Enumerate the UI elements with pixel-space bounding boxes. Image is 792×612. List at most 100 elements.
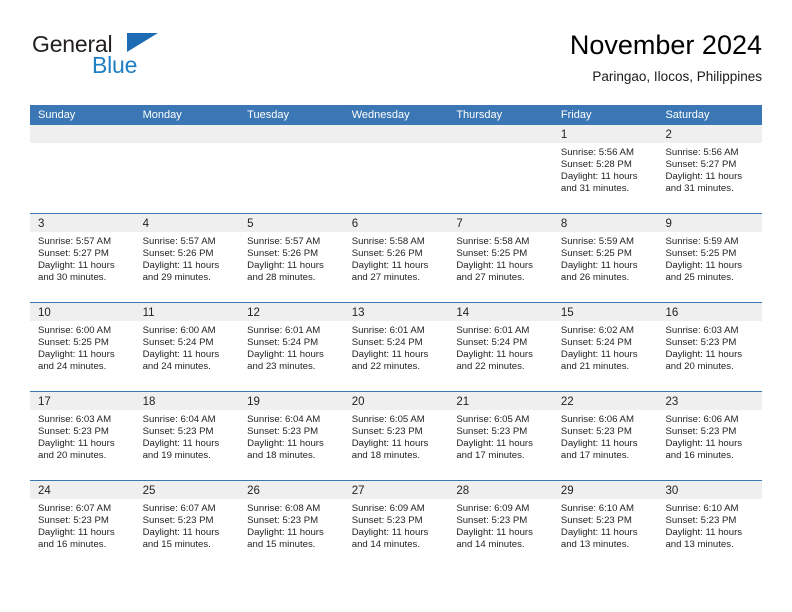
day-cell[interactable]: 2 Sunrise: 5:56 AM Sunset: 5:27 PM Daylight… [657,125,763,213]
weekday-header-sunday: Sunday [38,109,76,121]
daylight-text-line1: Daylight: 11 hours [665,260,743,272]
calendar-weeks: 1 Sunrise: 5:56 AM Sunset: 5:28 PM Daylight… [30,125,763,569]
day-number-band: 14 [448,303,553,321]
daylight-text-line2: and 16 minutes. [665,450,734,462]
day-info: Sunrise: 6:01 AM Sunset: 5:24 PM Daylight:… [239,321,344,373]
day-cell[interactable]: 17 Sunrise: 6:03 AM Sunset: 5:23 PM Dayligh… [30,392,135,480]
day-cell[interactable]: 10 Sunrise: 6:00 AM Sunset: 5:25 PM Dayligh… [30,303,135,391]
day-number-band: 29 [552,481,658,499]
day-number-band: 5 [239,214,344,232]
daylight-text-line1: Daylight: 11 hours [247,260,324,272]
weekday-header-row: Sunday Monday Tuesday Wednesday Thursday Frid… [30,105,762,125]
day-number-band: 26 [239,481,344,499]
sunset-text: Sunset: 5:23 PM [247,515,319,527]
day-cell[interactable]: 29 Sunrise: 6:10 AM Sunset: 5:23 PM Dayligh… [552,481,658,569]
sunrise-text: Sunrise: 5:59 AM [665,236,739,247]
day-number: 13 [351,307,365,319]
day-cell[interactable]: 26 Sunrise: 6:08 AM Sunset: 5:23 PM Dayligh… [239,481,344,569]
weekday-header-saturday: Saturday [665,109,710,121]
day-cell[interactable]: 13 Sunrise: 6:01 AM Sunset: 5:24 PM Dayligh… [343,303,449,391]
day-cell[interactable]: 19 Sunrise: 6:04 AM Sunset: 5:23 PM Dayligh… [239,392,344,480]
day-number-band: 30 [657,481,763,499]
sunset-text: Sunset: 5:23 PM [247,426,319,438]
daylight-text-line1: Daylight: 11 hours [247,527,324,539]
day-cell[interactable]: 9 Sunrise: 5:59 AM Sunset: 5:25 PM Daylight… [657,214,763,302]
day-info: Sunrise: 6:10 AM Sunset: 5:23 PM Daylight:… [657,499,762,551]
day-cell[interactable]: 5 Sunrise: 5:57 AM Sunset: 5:26 PM Daylight… [239,214,344,302]
day-number: 4 [142,218,149,230]
day-number: 5 [247,218,254,230]
brand-logo[interactable]: General Blue [30,28,240,94]
day-info: Sunrise: 6:10 AM Sunset: 5:23 PM Daylight:… [553,499,658,551]
day-number: 19 [247,396,260,408]
sunrise-text: Sunrise: 5:57 AM [38,236,112,247]
daylight-text-line2: and 25 minutes. [665,272,734,284]
daylight-text-line1: Daylight: 11 hours [351,527,429,539]
day-cell[interactable]: 30 Sunrise: 6:10 AM Sunset: 5:23 PM Dayligh… [657,481,763,569]
daylight-text-line2: and 23 minutes. [247,361,316,373]
day-info: Sunrise: 6:05 AM Sunset: 5:23 PM Daylight:… [448,410,553,462]
daylight-text-line2: and 14 minutes. [456,539,525,551]
day-info: Sunrise: 6:09 AM Sunset: 5:23 PM Daylight:… [448,499,553,551]
day-cell[interactable]: 15 Sunrise: 6:02 AM Sunset: 5:24 PM Dayligh… [552,303,658,391]
day-cell[interactable]: 22 Sunrise: 6:06 AM Sunset: 5:23 PM Dayligh… [552,392,658,480]
daylight-text-line2: and 31 minutes. [560,183,630,195]
sunrise-text: Sunrise: 5:58 AM [456,236,530,247]
day-cell[interactable]: 27 Sunrise: 6:09 AM Sunset: 5:23 PM Dayligh… [343,481,449,569]
daylight-text-line2: and 15 minutes. [142,539,211,551]
sunset-text: Sunset: 5:23 PM [38,515,109,527]
day-cell[interactable]: 25 Sunrise: 6:07 AM Sunset: 5:23 PM Dayligh… [134,481,240,569]
daylight-text-line1: Daylight: 11 hours [560,349,638,361]
day-number: 30 [665,485,679,497]
daylight-text-line1: Daylight: 11 hours [38,527,115,539]
day-number: 20 [351,396,365,408]
day-number: 1 [560,129,568,141]
day-cell[interactable]: 6 Sunrise: 5:58 AM Sunset: 5:26 PM Daylight… [343,214,449,302]
sunset-text: Sunset: 5:24 PM [142,337,214,349]
day-number-band: 28 [448,481,553,499]
day-cell[interactable]: 18 Sunrise: 6:04 AM Sunset: 5:23 PM Dayligh… [134,392,240,480]
day-cell[interactable]: 8 Sunrise: 5:59 AM Sunset: 5:25 PM Daylight… [552,214,658,302]
day-cell[interactable]: 1 Sunrise: 5:56 AM Sunset: 5:28 PM Daylight… [552,125,658,213]
day-number-band: 17 [30,392,135,410]
day-cell[interactable]: 3 Sunrise: 5:57 AM Sunset: 5:27 PM Daylight… [30,214,135,302]
day-cell[interactable]: 7 Sunrise: 5:58 AM Sunset: 5:25 PM Daylight… [448,214,553,302]
day-cell[interactable]: 16 Sunrise: 6:03 AM Sunset: 5:23 PM Dayligh… [657,303,763,391]
day-cell[interactable]: 12 Sunrise: 6:01 AM Sunset: 5:24 PM Dayligh… [239,303,344,391]
sunrise-text: Sunrise: 6:06 AM [560,414,634,425]
day-info: Sunrise: 5:58 AM Sunset: 5:26 PM Daylight:… [344,232,449,284]
day-cell[interactable]: 20 Sunrise: 6:05 AM Sunset: 5:23 PM Dayligh… [343,392,449,480]
day-number: 7 [456,218,463,230]
day-cell[interactable]: 11 Sunrise: 6:00 AM Sunset: 5:24 PM Dayligh… [134,303,240,391]
sunset-text: Sunset: 5:26 PM [351,248,423,260]
sunset-text: Sunset: 5:23 PM [351,426,423,438]
weekday-header-wednesday: Wednesday [351,109,410,121]
day-info: Sunrise: 5:56 AM Sunset: 5:28 PM Daylight:… [553,143,658,195]
sunset-text: Sunset: 5:23 PM [38,426,109,438]
sunrise-text: Sunrise: 6:01 AM [247,325,321,336]
daylight-text-line2: and 14 minutes. [351,539,421,551]
day-number: 12 [247,307,260,319]
day-cell[interactable]: 28 Sunrise: 6:09 AM Sunset: 5:23 PM Dayligh… [448,481,553,569]
sunrise-text: Sunrise: 6:05 AM [351,414,425,425]
daylight-text-line2: and 27 minutes. [456,272,525,284]
day-cell[interactable]: 23 Sunrise: 6:06 AM Sunset: 5:23 PM Dayligh… [657,392,763,480]
daylight-text-line2: and 20 minutes. [38,450,107,462]
day-number: 16 [665,307,679,319]
day-cell[interactable]: 24 Sunrise: 6:07 AM Sunset: 5:23 PM Dayligh… [30,481,135,569]
day-cell[interactable]: 21 Sunrise: 6:05 AM Sunset: 5:23 PM Dayligh… [448,392,553,480]
day-cell[interactable]: 4 Sunrise: 5:57 AM Sunset: 5:26 PM Daylight… [134,214,240,302]
daylight-text-line1: Daylight: 11 hours [351,438,429,450]
sunrise-text: Sunrise: 6:02 AM [560,325,634,336]
daylight-text-line1: Daylight: 11 hours [665,171,743,183]
daylight-text-line2: and 26 minutes. [560,272,630,284]
day-number: 15 [560,307,574,319]
day-number: 11 [142,307,155,319]
daylight-text-line2: and 22 minutes. [456,361,525,373]
title-group: November 2024 Paringao, Ilocos, Philippi… [570,28,762,86]
sunrise-text: Sunrise: 5:56 AM [665,147,739,158]
calendar-grid: Sunday Monday Tuesday Wednesday Thursday Frid… [30,105,763,569]
day-number-band: 13 [343,303,449,321]
sunrise-text: Sunrise: 6:05 AM [456,414,530,425]
day-cell[interactable]: 14 Sunrise: 6:01 AM Sunset: 5:24 PM Dayligh… [448,303,553,391]
